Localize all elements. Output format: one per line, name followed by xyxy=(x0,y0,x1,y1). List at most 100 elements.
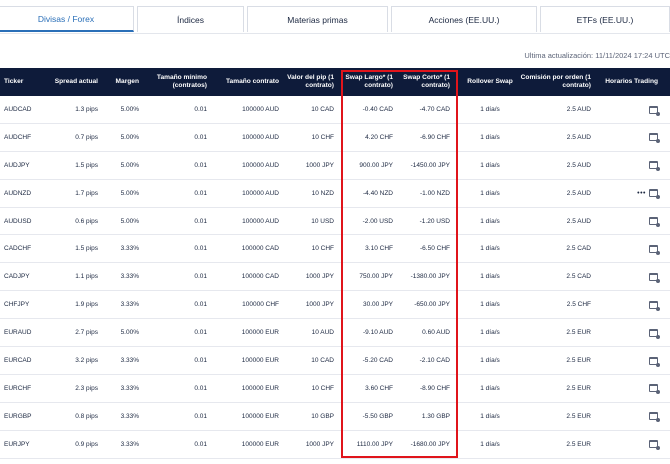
cell-horarios xyxy=(598,263,660,290)
cell-comision: 2.5 CAD xyxy=(566,245,591,253)
cell-swap-corto: -650.00 JPY xyxy=(414,301,450,309)
cell-horarios: ••• xyxy=(598,180,660,207)
tab-commodities[interactable]: Materias primas xyxy=(247,6,388,32)
cell-comision: 2.5 EUR xyxy=(566,357,591,365)
cell-spread: 2.3 pips xyxy=(75,384,98,392)
table-row: AUDJPY 1.5 pips 5.00% 0.01 100000 AUD 1000 JP… xyxy=(0,152,670,180)
cell-tamano-contrato: 100000 CHF xyxy=(242,301,279,309)
header-ticker: Ticker xyxy=(4,78,24,85)
header-valor-pip: Valor del pip (1 contrato) xyxy=(287,74,334,89)
cell-ticker: AUDJPY xyxy=(4,161,30,169)
table-row: AUDNZD 1.7 pips 5.00% 0.01 100000 AUD 10 NZD -… xyxy=(0,180,670,208)
cell-horarios xyxy=(598,235,660,262)
cell-comision: 2.5 AUD xyxy=(566,161,591,169)
cell-ticker: AUDNZD xyxy=(4,189,32,197)
cell-ticker: EURCAD xyxy=(4,357,32,365)
cell-valor-pip: 1000 JPY xyxy=(305,301,334,309)
cell-spread: 3.2 pips xyxy=(75,357,98,365)
calendar-clock-icon[interactable] xyxy=(649,189,660,200)
cell-spread: 2.7 pips xyxy=(75,329,98,337)
cell-ticker: AUDUSD xyxy=(4,217,32,225)
cell-horarios xyxy=(598,291,660,318)
calendar-clock-icon[interactable] xyxy=(649,412,660,423)
cell-horarios xyxy=(598,319,660,346)
cell-swap-largo: 900.00 JPY xyxy=(359,161,393,169)
cell-rollover: 1 día/s xyxy=(480,189,500,197)
header-horarios: Horarios Trading xyxy=(605,78,658,85)
cell-horarios xyxy=(598,208,660,235)
cell-tamano-contrato: 100000 AUD xyxy=(242,106,279,113)
cell-tamano-contrato: 100000 EUR xyxy=(241,329,279,337)
ellipsis-icon[interactable]: ••• xyxy=(637,190,646,197)
cell-tamano-minimo: 0.01 xyxy=(194,106,207,113)
cell-tamano-minimo: 0.01 xyxy=(194,440,207,448)
cell-ticker: AUDCHF xyxy=(4,133,32,141)
cell-rollover: 1 día/s xyxy=(480,133,500,141)
calendar-clock-icon[interactable] xyxy=(649,384,660,395)
cell-spread: 1.9 pips xyxy=(75,301,98,309)
cell-rollover: 1 día/s xyxy=(480,217,500,225)
cell-valor-pip: 10 NZD xyxy=(311,189,334,197)
cell-ticker: CHFJPY xyxy=(4,301,30,309)
cell-tamano-contrato: 100000 AUD xyxy=(242,189,279,197)
cell-tamano-contrato: 100000 CAD xyxy=(241,273,279,281)
cell-comision: 2.5 AUD xyxy=(566,189,591,197)
calendar-clock-icon[interactable] xyxy=(649,244,660,255)
tab-etfs-us[interactable]: ETFs (EE.UU.) xyxy=(540,6,670,32)
cell-tamano-minimo: 0.01 xyxy=(194,412,207,420)
cell-horarios xyxy=(598,152,660,179)
cell-swap-corto: -2.10 CAD xyxy=(419,357,450,365)
cell-comision: 2.5 CHF xyxy=(566,301,591,309)
cell-comision: 2.5 EUR xyxy=(566,440,591,448)
cell-spread: 1.7 pips xyxy=(75,189,98,197)
cell-valor-pip: 10 CHF xyxy=(311,384,334,392)
calendar-clock-icon[interactable] xyxy=(649,440,660,451)
calendar-clock-icon[interactable] xyxy=(649,217,660,228)
cell-swap-corto: -6.50 CHF xyxy=(420,245,450,253)
cell-tamano-minimo: 0.01 xyxy=(194,245,207,253)
cell-ticker: CADJPY xyxy=(4,273,30,281)
cell-swap-corto: -1.00 NZD xyxy=(420,189,450,197)
table-body: AUDCAD 1.3 pips 5.00% 0.01 100000 AUD 10 CAD -… xyxy=(0,96,670,459)
cell-valor-pip: 10 CHF xyxy=(311,133,334,141)
table-row: EURCHF 2.3 pips 3.33% 0.01 100000 EUR 10 CHF 3… xyxy=(0,375,670,403)
cell-rollover: 1 día/s xyxy=(480,161,500,169)
table-header: Ticker Spread actual Margen Tamaño mínim… xyxy=(0,68,670,96)
cell-rollover: 1 día/s xyxy=(480,357,500,365)
cell-swap-largo: 750.00 JPY xyxy=(359,273,393,281)
table-row: EURJPY 0.9 pips 3.33% 0.01 100000 EUR 1000 JP… xyxy=(0,431,670,459)
cell-comision: 2.5 CAD xyxy=(566,273,591,281)
cell-margen: 5.00% xyxy=(120,106,139,113)
cell-spread: 0.9 pips xyxy=(75,440,98,448)
cell-margen: 3.33% xyxy=(120,245,139,253)
cell-margen: 3.33% xyxy=(120,357,139,365)
cell-ticker: EURGBP xyxy=(4,412,32,420)
calendar-clock-icon[interactable] xyxy=(649,105,660,116)
cell-valor-pip: 1000 JPY xyxy=(305,440,334,448)
tab-stocks-us[interactable]: Acciones (EE.UU.) xyxy=(391,6,537,32)
table-row: AUDUSD 0.6 pips 5.00% 0.01 100000 AUD 10 USD -… xyxy=(0,208,670,236)
calendar-clock-icon[interactable] xyxy=(649,133,660,144)
calendar-clock-icon[interactable] xyxy=(649,356,660,367)
cell-tamano-minimo: 0.01 xyxy=(194,133,207,141)
calendar-clock-icon[interactable] xyxy=(649,328,660,339)
header-margen: Margen xyxy=(115,78,139,85)
cell-valor-pip: 10 CAD xyxy=(311,106,334,113)
tab-indices[interactable]: Índices xyxy=(137,6,244,32)
tab-forex[interactable]: Divisas / Forex xyxy=(0,6,134,32)
calendar-clock-icon[interactable] xyxy=(649,272,660,283)
cell-tamano-minimo: 0.01 xyxy=(194,329,207,337)
cell-spread: 1.3 pips xyxy=(75,106,98,113)
cell-swap-largo: 30.00 JPY xyxy=(363,301,393,309)
calendar-clock-icon[interactable] xyxy=(649,161,660,172)
cell-ticker: AUDCAD xyxy=(4,106,32,113)
cell-valor-pip: 10 USD xyxy=(311,217,334,225)
cell-margen: 3.33% xyxy=(120,440,139,448)
cell-tamano-contrato: 100000 EUR xyxy=(241,412,279,420)
cell-rollover: 1 día/s xyxy=(480,106,500,113)
cell-swap-corto: -6.90 CHF xyxy=(420,133,450,141)
header-tamano-minimo: Tamaño mínimo (contratos) xyxy=(156,74,207,89)
cell-tamano-contrato: 100000 EUR xyxy=(241,357,279,365)
header-swap-corto: Swap Corto* (1 contrato) xyxy=(403,74,450,89)
calendar-clock-icon[interactable] xyxy=(649,300,660,311)
